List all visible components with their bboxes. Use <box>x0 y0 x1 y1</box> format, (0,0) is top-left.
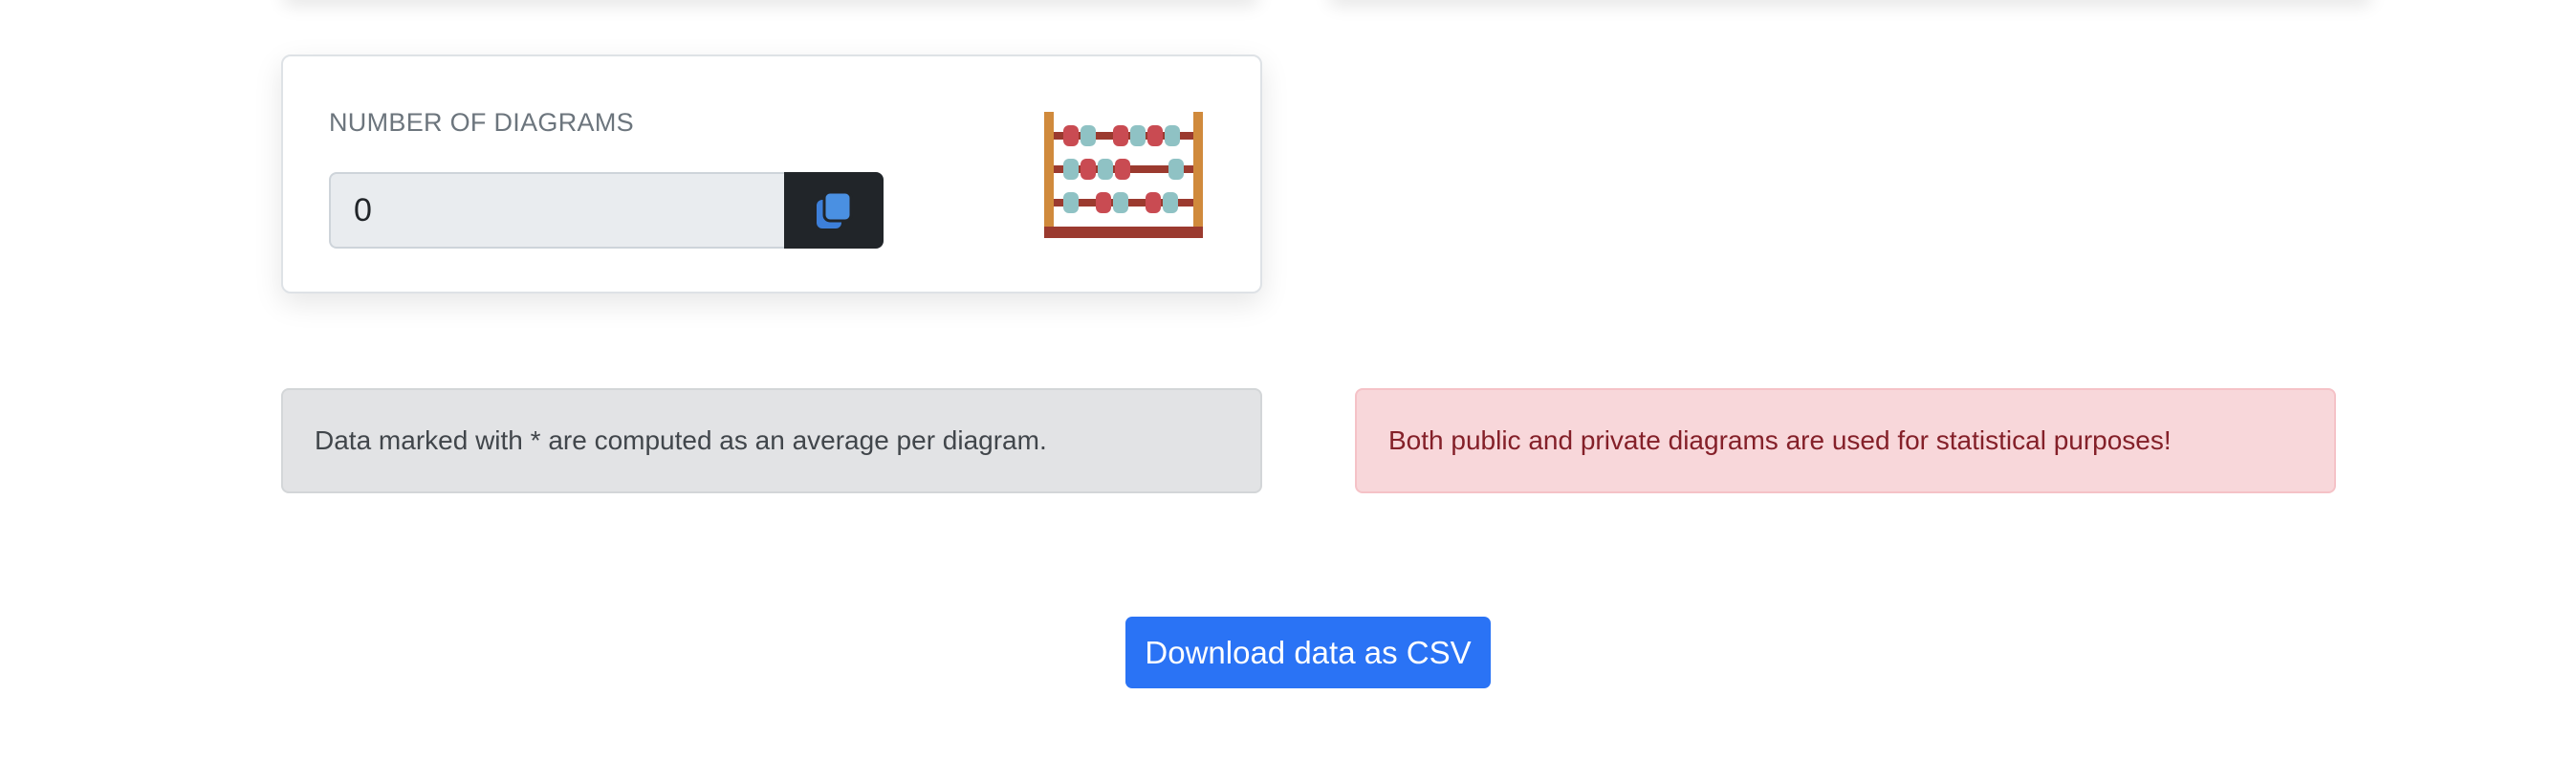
stat-label: NUMBER OF DIAGRAMS <box>329 108 634 137</box>
average-info-alert: Data marked with * are computed as an av… <box>281 388 1262 493</box>
copy-button[interactable] <box>784 172 884 249</box>
statistics-page: NUMBER OF DIAGRAMS 0 Data marked with * … <box>0 0 2576 761</box>
privacy-warning-alert: Both public and private diagrams are use… <box>1355 388 2336 493</box>
stat-input-group <box>329 172 884 249</box>
download-csv-button[interactable]: Download data as CSV <box>1125 617 1491 688</box>
abacus-icon <box>1044 112 1203 238</box>
privacy-warning-text: Both public and private diagrams are use… <box>1388 425 2172 455</box>
copy-icon <box>817 190 853 228</box>
number-of-diagrams-card: NUMBER OF DIAGRAMS <box>281 54 1262 294</box>
stat-value-field[interactable] <box>329 172 784 249</box>
average-info-text: Data marked with * are computed as an av… <box>315 425 1047 455</box>
